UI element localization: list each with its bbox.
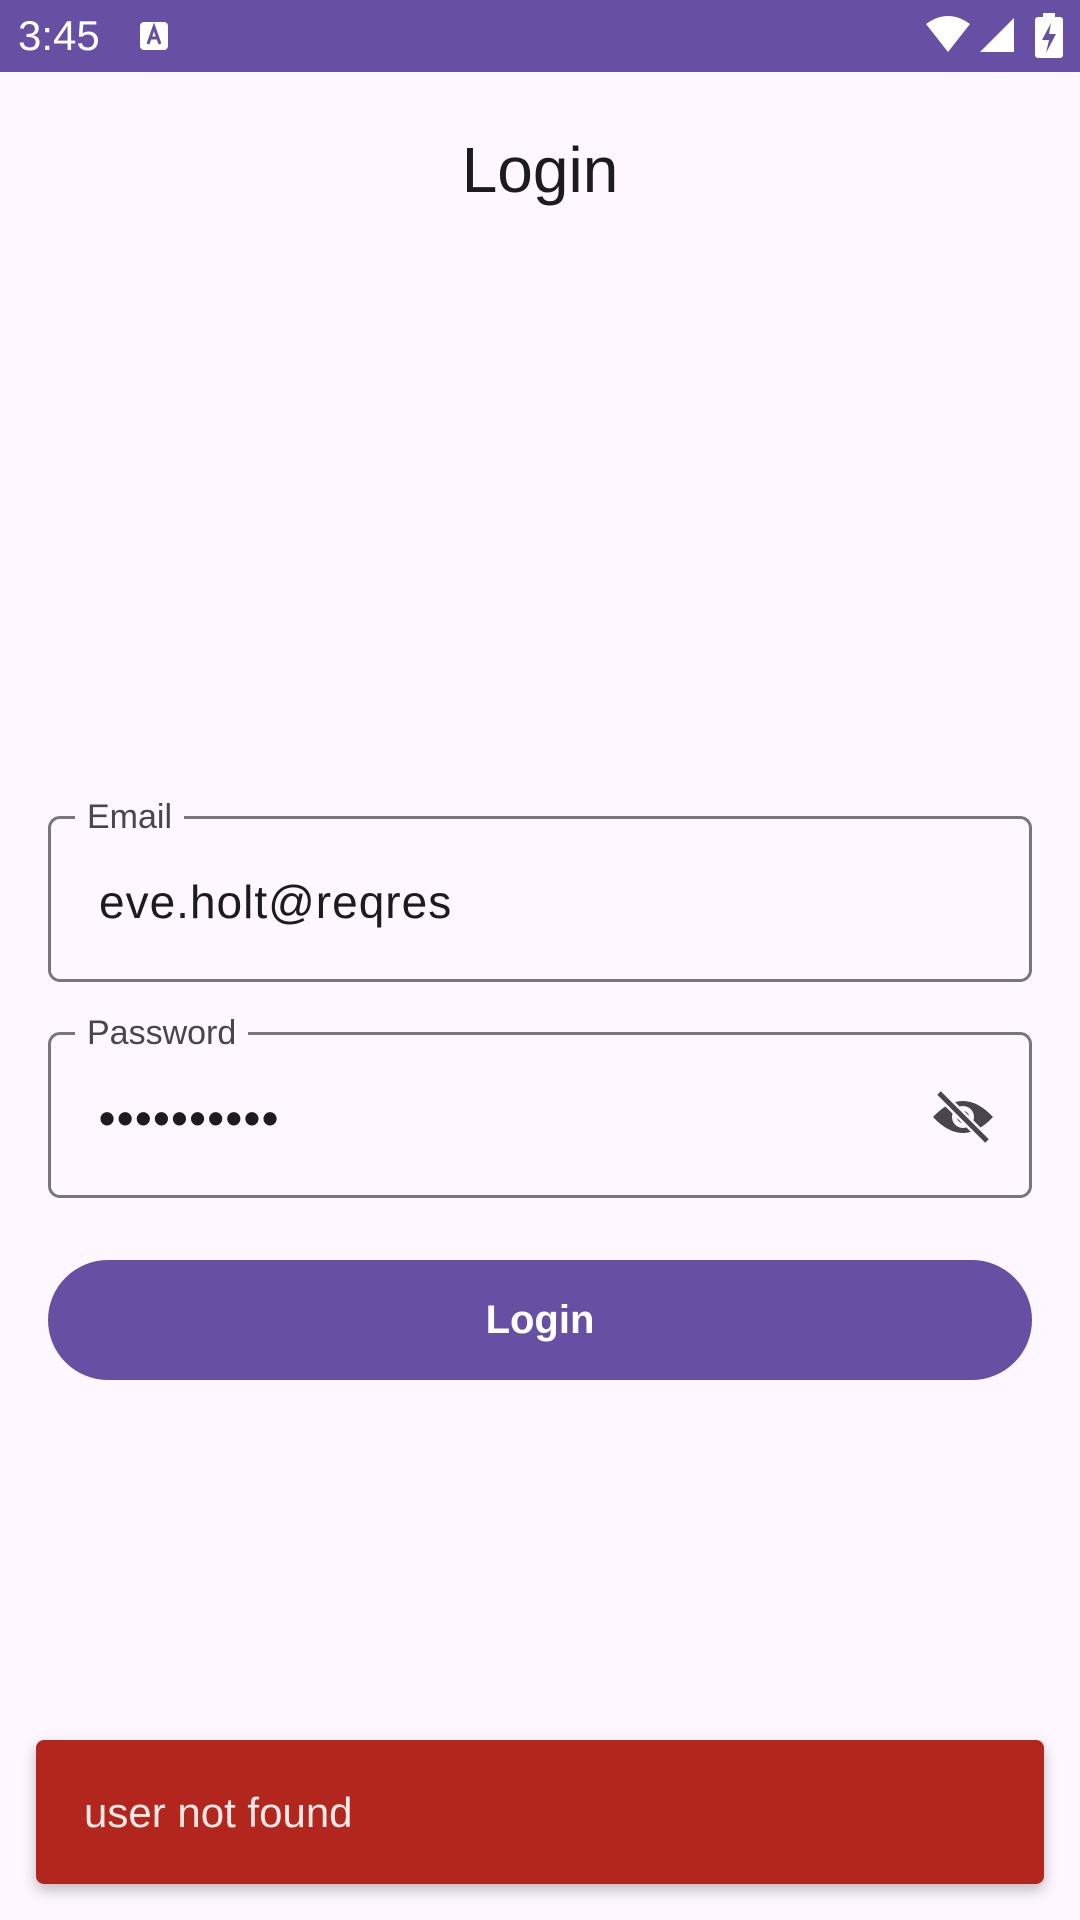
status-bar: 3:45 — [0, 0, 1080, 72]
email-value[interactable]: eve.holt@reqres — [99, 874, 452, 930]
password-value[interactable]: •••••••••• — [99, 1090, 280, 1146]
password-label: Password — [75, 1013, 249, 1053]
snackbar-message: user not found — [84, 1789, 353, 1836]
text-a-icon — [140, 22, 168, 50]
password-field[interactable]: Password •••••••••• — [48, 1013, 1032, 1198]
wifi-icon — [926, 16, 970, 52]
visibility-off-icon[interactable] — [927, 1085, 999, 1149]
signal-icon — [980, 18, 1014, 52]
email-label: Email — [75, 797, 185, 837]
error-snackbar: user not found — [36, 1740, 1044, 1884]
login-button[interactable]: Login — [48, 1260, 1032, 1380]
page-title: Login — [461, 134, 619, 206]
status-time: 3:45 — [18, 12, 100, 59]
email-field[interactable]: Email eve.holt@reqres — [48, 797, 1032, 982]
login-button-label: Login — [485, 1297, 595, 1342]
battery-charging-icon — [1035, 13, 1063, 58]
